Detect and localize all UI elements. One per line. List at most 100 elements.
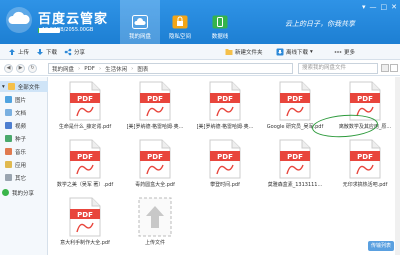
sidebar-item-other[interactable]: 其它: [0, 172, 48, 183]
share-button[interactable]: 分享: [64, 47, 85, 57]
upload-icon: [8, 48, 16, 56]
file-item[interactable]: PDF [美]罗纳德·格雷哈姆·奥...: [126, 81, 184, 136]
pdf-file-icon: PDF: [69, 81, 101, 121]
svg-text:PDF: PDF: [77, 153, 93, 161]
lock-icon: [172, 15, 188, 29]
app-title: 百度云管家: [38, 12, 109, 27]
window-controls: ▾ — □ ✕: [362, 3, 397, 11]
toolbar: 上传 下载 分享 新建文件夹 离线下载 ▾ 更多: [0, 44, 400, 60]
breadcrumb-item[interactable]: 我的网盘: [52, 65, 74, 73]
file-grid: PDF 生命是什么_薛定谔.pdf PDF [美]罗纳德·格雷哈姆·奥... PDF [美…: [49, 77, 400, 255]
nav-tabs: 我的网盘 隐私空间 数据线: [120, 0, 240, 44]
upload-button[interactable]: 上传: [8, 47, 29, 57]
sidebar: ▾ 全部文件 图片 文档 视频 种子 音乐 应用 其它 我的分享: [0, 77, 48, 255]
file-item[interactable]: PDF 数学之美（吴军 著）.pdf: [57, 139, 113, 194]
file-name: 攀登时间.pdf: [210, 182, 240, 188]
back-button[interactable]: ◀: [4, 64, 13, 73]
breadcrumb-item[interactable]: 图表: [137, 65, 148, 73]
menu-icon[interactable]: ▾: [362, 3, 366, 11]
file-name: 无印求搞热活吧.pdf: [342, 182, 388, 188]
pdf-file-icon: PDF: [279, 81, 311, 121]
svg-text:PDF: PDF: [217, 95, 233, 103]
search-input[interactable]: 搜索我的网盘文件: [298, 63, 378, 74]
breadcrumb-item[interactable]: 生活休闲: [105, 65, 127, 73]
svg-text:PDF: PDF: [147, 153, 163, 161]
pdf-file-icon: PDF: [139, 81, 171, 121]
minimize-icon[interactable]: —: [370, 3, 377, 11]
file-item[interactable]: PDF 生命是什么_薛定谔.pdf: [59, 81, 111, 136]
folder-icon: [7, 83, 15, 90]
pdf-file-icon: PDF: [69, 197, 101, 237]
breadcrumb-separator-icon: ›: [78, 65, 81, 72]
transfer-list-button[interactable]: 传输列表: [368, 241, 394, 251]
file-item[interactable]: PDF [美]罗纳德·格雷哈姆·奥...: [196, 81, 254, 136]
file-item[interactable]: PDF 意大利手制作大全.pdf: [59, 197, 111, 252]
file-name: 毒药圆盒大全.pdf: [135, 182, 175, 188]
chevron-down-icon: ▾: [2, 83, 5, 90]
sidebar-item-music[interactable]: 音乐: [0, 146, 48, 157]
file-name: [美]罗纳德·格雷哈姆·奥...: [126, 124, 184, 130]
upload-file-tile[interactable]: 上传文件: [129, 197, 181, 252]
upload-arrow-icon: [138, 197, 172, 237]
pdf-file-icon: PDF: [209, 81, 241, 121]
pdf-file-icon: PDF: [349, 139, 381, 179]
svg-text:PDF: PDF: [287, 95, 303, 103]
refresh-button[interactable]: ↻: [28, 64, 37, 73]
list-view-icon[interactable]: [390, 64, 398, 72]
tab-data-cable[interactable]: 数据线: [200, 0, 240, 44]
maximize-icon[interactable]: □: [381, 3, 388, 11]
forward-arrow-icon: ▶: [18, 65, 23, 71]
more-button[interactable]: 更多: [334, 47, 355, 57]
file-name: 生命是什么_薛定谔.pdf: [58, 124, 112, 130]
pdf-file-icon: PDF: [69, 139, 101, 179]
grid-view-icon[interactable]: [381, 64, 389, 72]
breadcrumb-separator-icon: ›: [131, 65, 134, 72]
sidebar-item-documents[interactable]: 文档: [0, 107, 48, 118]
music-icon: [5, 148, 12, 155]
breadcrumb-item[interactable]: PDF: [84, 66, 95, 72]
svg-text:PDF: PDF: [77, 95, 93, 103]
address-bar: ◀ ▶ ↻ 我的网盘 › PDF › 生活休闲 › 图表 搜索我的网盘文件: [0, 61, 400, 76]
svg-text:PDF: PDF: [357, 95, 373, 103]
scrollbar[interactable]: [395, 77, 400, 255]
svg-text:PDF: PDF: [287, 153, 303, 161]
torrent-icon: [5, 135, 12, 142]
sidebar-item-torrents[interactable]: 种子: [0, 133, 48, 144]
other-icon: [5, 174, 12, 181]
file-item[interactable]: PDF 无印求搞热活吧.pdf: [339, 139, 391, 194]
document-icon: [5, 109, 12, 116]
tab-my-netdisk[interactable]: 我的网盘: [120, 0, 160, 44]
forward-button[interactable]: ▶: [16, 64, 25, 73]
svg-text:PDF: PDF: [357, 153, 373, 161]
more-icon: [334, 48, 342, 56]
slogan: 云上的日子，你我共享: [285, 20, 355, 28]
new-folder-button[interactable]: 新建文件夹: [225, 47, 263, 57]
sidebar-item-images[interactable]: 图片: [0, 94, 48, 105]
offline-download-icon: [276, 48, 284, 56]
close-icon[interactable]: ✕: [391, 3, 397, 11]
download-icon: [36, 48, 44, 56]
sidebar-item-videos[interactable]: 视频: [0, 120, 48, 131]
sidebar-item-all-files[interactable]: ▾ 全部文件: [0, 81, 48, 92]
file-item[interactable]: PDF 毒药圆盒大全.pdf: [129, 139, 181, 194]
video-icon: [5, 122, 12, 129]
file-name: [美]罗纳德·格雷哈姆·奥...: [196, 124, 254, 130]
file-name: 莫雅森盒素_1313111...: [267, 182, 323, 188]
app-icon: [5, 161, 12, 168]
file-name: 意大利手制作大全.pdf: [60, 240, 110, 246]
sidebar-item-apps[interactable]: 应用: [0, 159, 48, 170]
tab-privacy-space[interactable]: 隐私空间: [160, 0, 200, 44]
pdf-file-icon: PDF: [279, 139, 311, 179]
new-folder-icon: [225, 48, 233, 56]
image-icon: [5, 96, 12, 103]
offline-download-button[interactable]: 离线下载 ▾: [276, 47, 313, 57]
download-button[interactable]: 下载: [36, 47, 57, 57]
sidebar-item-my-share[interactable]: 我的分享: [0, 187, 48, 198]
cloud-icon: [132, 15, 148, 29]
file-item[interactable]: PDF 莫雅森盒素_1313111...: [267, 139, 323, 194]
phone-icon: [212, 15, 228, 29]
file-item[interactable]: PDF 攀登时间.pdf: [199, 139, 251, 194]
svg-text:PDF: PDF: [217, 153, 233, 161]
quota-text: 19.57GB/2055.00GB: [42, 27, 94, 33]
quota-fill: [38, 28, 39, 33]
